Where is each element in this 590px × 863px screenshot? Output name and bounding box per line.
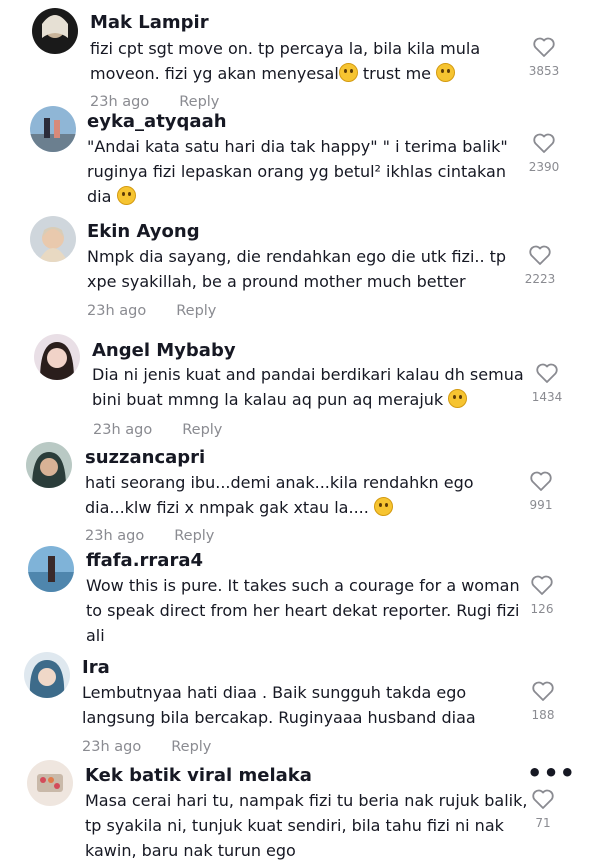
comment-text: Masa cerai hari tu, nampak fizi tu beria… — [85, 791, 528, 860]
comment-meta: 23h ago Reply — [82, 739, 211, 755]
avatar[interactable] — [30, 106, 76, 152]
heart-outline-icon — [532, 681, 554, 701]
heart-outline-icon — [536, 363, 558, 383]
comment-text: Dia ni jenis kuat and pandai berdikari k… — [92, 365, 524, 409]
avatar[interactable] — [32, 8, 78, 54]
avatar[interactable] — [24, 652, 70, 698]
heart-outline-icon — [531, 575, 553, 595]
comment-meta: 23h ago Reply — [85, 528, 214, 544]
username[interactable]: eyka_atyqaah — [87, 111, 227, 132]
avatar[interactable] — [26, 442, 72, 488]
like-button[interactable]: 3853 — [519, 36, 569, 78]
laughing-emoji-icon — [448, 389, 468, 408]
heart-outline-icon — [532, 789, 554, 809]
like-button[interactable]: 126 — [517, 574, 567, 616]
like-count: 126 — [530, 602, 554, 616]
like-button[interactable]: 991 — [516, 470, 566, 512]
comment-text: Lembutnyaa hati diaa . Baik sungguh takd… — [82, 683, 476, 727]
username[interactable]: Ekin Ayong — [87, 221, 200, 242]
like-count: 991 — [529, 498, 553, 512]
like-count: 1434 — [531, 390, 563, 404]
more-options-icon[interactable]: ••• — [527, 759, 576, 787]
timestamp: 23h ago — [82, 739, 142, 755]
heart-outline-icon — [533, 37, 555, 57]
avatar[interactable] — [28, 546, 74, 592]
timestamp: 23h ago — [85, 528, 145, 544]
comment-item: suzzancapri hati seorang ibu...demi anak… — [0, 438, 590, 544]
like-count: 3853 — [528, 64, 560, 78]
heart-outline-icon — [529, 245, 551, 265]
username[interactable]: ffafa.rrara4 — [86, 550, 203, 571]
comment-item: Mak Lampir fizi cpt sgt move on. tp perc… — [0, 0, 590, 110]
username[interactable]: Kek batik viral melaka — [85, 765, 312, 786]
heart-outline-icon — [533, 133, 555, 153]
comment-item: ffafa.rrara4 Wow this is pure. It takes … — [0, 544, 590, 650]
comment-text: "Andai kata satu hari dia tak happy" " i… — [87, 137, 508, 206]
avatar[interactable] — [30, 216, 76, 262]
username[interactable]: Mak Lampir — [90, 12, 209, 33]
reply-button[interactable]: Reply — [182, 422, 222, 438]
comment-item: Ekin Ayong Nmpk dia sayang, die rendahka… — [0, 210, 590, 334]
comment-text: hati seorang ibu...demi anak...kila rend… — [85, 473, 474, 517]
comment-item: Angel Mybaby Dia ni jenis kuat and panda… — [0, 334, 590, 438]
heart-outline-icon — [530, 471, 552, 491]
like-count: 2223 — [524, 272, 556, 286]
like-button[interactable]: 188 — [518, 680, 568, 722]
like-button[interactable]: 2390 — [519, 132, 569, 174]
comment-meta: 23h ago Reply — [93, 422, 222, 438]
like-button[interactable]: 1434 — [522, 362, 572, 404]
username[interactable]: Angel Mybaby — [92, 340, 236, 361]
comment-item: Ira Lembutnyaa hati diaa . Baik sungguh … — [0, 650, 590, 758]
reply-button[interactable]: Reply — [174, 528, 214, 544]
avatar[interactable] — [27, 760, 73, 806]
username[interactable]: suzzancapri — [85, 447, 205, 468]
laughing-emoji-icon — [338, 63, 358, 82]
like-button[interactable]: 2223 — [515, 244, 565, 286]
comment-item: Kek batik viral melaka ••• Masa cerai ha… — [0, 758, 590, 863]
username[interactable]: Ira — [82, 657, 110, 678]
comment-text: Wow this is pure. It takes such a courag… — [86, 576, 520, 645]
comment-text: fizi cpt sgt move on. tp percaya la, bil… — [90, 39, 481, 83]
comment-meta: 23h ago Reply — [87, 303, 216, 319]
smirk-emoji-icon — [373, 497, 393, 516]
timestamp: 23h ago — [93, 422, 153, 438]
reply-button[interactable]: Reply — [171, 739, 211, 755]
comment-text: Nmpk dia sayang, die rendahkan ego die u… — [87, 247, 507, 291]
like-count: 71 — [535, 816, 551, 830]
like-count: 2390 — [528, 160, 560, 174]
timestamp: 23h ago — [87, 303, 147, 319]
like-count: 188 — [531, 708, 555, 722]
like-button[interactable]: 71 — [518, 788, 568, 830]
reply-button[interactable]: Reply — [176, 303, 216, 319]
avatar[interactable] — [34, 334, 80, 380]
comment-item: eyka_atyqaah "Andai kata satu hari dia t… — [0, 100, 590, 210]
sad-emoji-icon — [116, 186, 136, 205]
smirk-emoji-icon — [436, 63, 456, 82]
